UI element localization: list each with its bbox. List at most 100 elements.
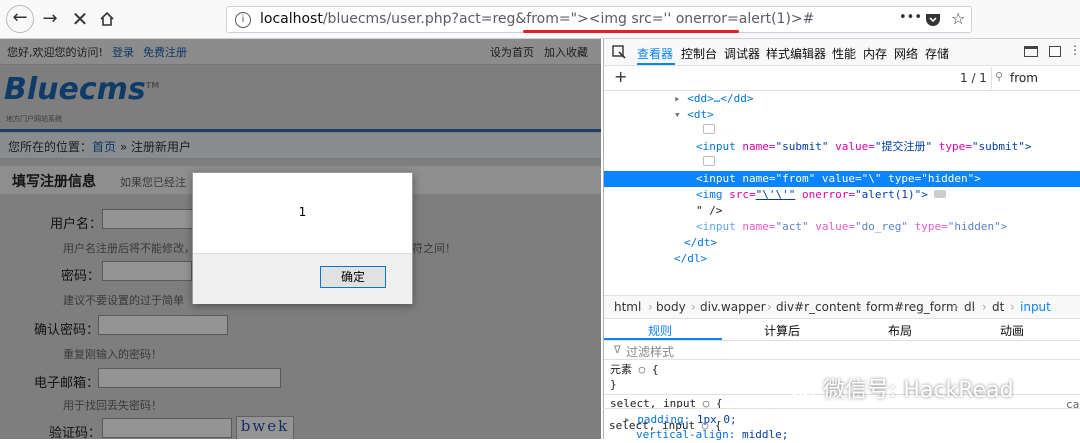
crumb-separator: › (954, 300, 959, 314)
crumb-div-wapper[interactable]: div.wapper (700, 300, 766, 314)
node-breadcrumbs: html › body › div.wapper › div#r_content… (604, 295, 1080, 319)
inspector-toolbar: + 1 / 1 ⚲ from (604, 66, 1080, 91)
tree-val: "\'\'" (755, 188, 796, 201)
red-underline-mark (523, 30, 739, 33)
tree-attr: type= (914, 220, 948, 233)
tree-row[interactable]: ▾ <dt> (674, 107, 714, 123)
subtab-active-indicator (604, 338, 722, 340)
tree-close-dt[interactable]: </dt> (684, 235, 717, 251)
crumb-body[interactable]: body (656, 300, 686, 314)
home-icon[interactable] (95, 7, 119, 31)
style-subtabs: 规则 计算后 布局 动画 (604, 318, 1080, 341)
tab-storage[interactable]: 存储 (925, 45, 949, 62)
tree-row[interactable]: ▸ <dd>…</dd> (674, 91, 753, 107)
crumb-html[interactable]: html (614, 300, 641, 314)
info-icon[interactable]: i (235, 12, 251, 28)
whitespace-node (703, 155, 715, 171)
alert-footer: 确定 (193, 253, 412, 304)
stop-icon[interactable]: ✕ (68, 7, 92, 31)
declaration-value: middle; (741, 428, 789, 441)
pocket-icon[interactable] (925, 12, 941, 30)
tree-val: "do_reg" (855, 220, 908, 233)
split-console-icon[interactable] (1049, 46, 1061, 57)
tree-val: "act" (775, 220, 809, 233)
wechat-watermark: 微信号: HackRead (790, 372, 1014, 404)
search-match-count: 1 / 1 (960, 71, 987, 85)
tree-attr: onerror= (802, 188, 855, 201)
dock-icon[interactable] (1024, 46, 1038, 57)
ok-button[interactable]: 确定 (320, 266, 386, 288)
tree-tag: <input (696, 220, 736, 233)
crumb-div-rcontent[interactable]: div#r_content (776, 300, 861, 314)
watermark-text: 微信号: HackRead (823, 378, 1014, 403)
crumb-input[interactable]: input (1020, 300, 1051, 314)
tree-row[interactable]: <img src="\'\'" onerror="alert(1)"> (696, 187, 947, 203)
event-badge[interactable] (934, 190, 947, 198)
back-icon[interactable]: ← (6, 5, 34, 33)
tree-val: "提交注册" (874, 140, 933, 153)
tree-tag: <input (696, 140, 736, 153)
subtab-animations[interactable]: 动画 (1000, 322, 1024, 339)
tab-console[interactable]: 控制台 (681, 45, 717, 62)
tree-attr: name= (742, 220, 776, 233)
tab-network[interactable]: 网络 (894, 45, 918, 62)
rule-select-input[interactable]: select, input ○ { (610, 396, 723, 412)
tree-row[interactable]: <input name="act" value="do_reg" type="h… (696, 219, 1007, 235)
tab-active-indicator (637, 63, 675, 65)
tab-performance[interactable]: 性能 (832, 45, 856, 62)
crumb-form[interactable]: form#reg_form (866, 300, 958, 314)
forward-icon[interactable]: → (38, 7, 62, 31)
tree-val: "submit" (775, 140, 829, 153)
tree-val: "submit"> (971, 140, 1032, 153)
more-icon[interactable]: ⋮ (1069, 43, 1080, 57)
url-host: localhost (260, 11, 323, 27)
page-actions-icon[interactable]: ••• (899, 10, 922, 25)
url-text[interactable]: localhost/bluecms/user.php?act=reg&from=… (260, 11, 814, 27)
subtab-layout[interactable]: 布局 (888, 322, 912, 339)
browser-toolbar: ← → ✕ i localhost/bluecms/user.php?act=r… (0, 0, 1080, 39)
tree-row[interactable]: <input name="submit" value="提交注册" type="… (696, 139, 1031, 155)
filter-icon: ∇ (614, 343, 621, 356)
search-value: from (1010, 71, 1038, 85)
wechat-icon (790, 380, 816, 400)
tab-style-editor[interactable]: 样式编辑器 (766, 45, 826, 62)
tree-attr: type= (888, 172, 922, 185)
tree-attr: name= (742, 140, 776, 153)
tree-node-dt: <dt> (687, 108, 714, 121)
tab-inspector[interactable]: 查看器 (637, 45, 673, 62)
crumb-separator: › (767, 300, 772, 314)
devtools-tabbar: 查看器 控制台 调试器 样式编辑器 性能 内存 网络 存储 ⋮ (604, 39, 1080, 66)
rule-selector: 元素 (610, 363, 632, 376)
alert-message: 1 (298, 205, 307, 219)
crumb-separator: › (982, 300, 987, 314)
url-bar[interactable]: i localhost/bluecms/user.php?act=reg&fro… (226, 6, 972, 33)
alert-dialog: 1 确定 (192, 172, 413, 304)
crumb-separator: › (648, 300, 653, 314)
filter-styles-input[interactable]: ∇ 过滤样式 (604, 341, 1080, 360)
rule-divider (603, 408, 1080, 409)
rule-selector: select, input (609, 419, 696, 432)
tab-memory[interactable]: 内存 (863, 45, 887, 62)
tree-val: "hidden"> (921, 172, 981, 185)
tree-attr: value= (815, 220, 855, 233)
search-input[interactable]: ⚲ from (991, 67, 1080, 89)
tab-debugger[interactable]: 调试器 (724, 45, 760, 62)
add-node-icon[interactable]: + (614, 67, 627, 86)
crumb-dl[interactable]: dl (964, 300, 975, 314)
subtab-computed[interactable]: 计算后 (764, 322, 800, 339)
bookmark-star-icon[interactable]: ☆ (951, 9, 965, 28)
tree-attr: name= (742, 172, 776, 185)
subtab-rules[interactable]: 规则 (648, 322, 672, 339)
rule-source-link[interactable]: ca (1066, 398, 1079, 411)
element-picker-icon[interactable] (612, 45, 626, 62)
tree-row-selected[interactable]: <input name="from" value="\" type="hidde… (604, 171, 1080, 187)
rule-brace: { (714, 419, 722, 432)
crumb-separator: › (691, 300, 696, 314)
rule-element[interactable]: 元素 ○ { (610, 362, 659, 378)
tree-val: "from" (775, 172, 816, 185)
tree-attr: value= (835, 140, 875, 153)
tree-node-dd: <dd>…</dd> (687, 92, 754, 105)
rule-select-input-2[interactable]: select, input ○ { (609, 418, 722, 434)
tree-close-dl[interactable]: </dl> (674, 251, 707, 267)
crumb-dt[interactable]: dt (992, 300, 1004, 314)
